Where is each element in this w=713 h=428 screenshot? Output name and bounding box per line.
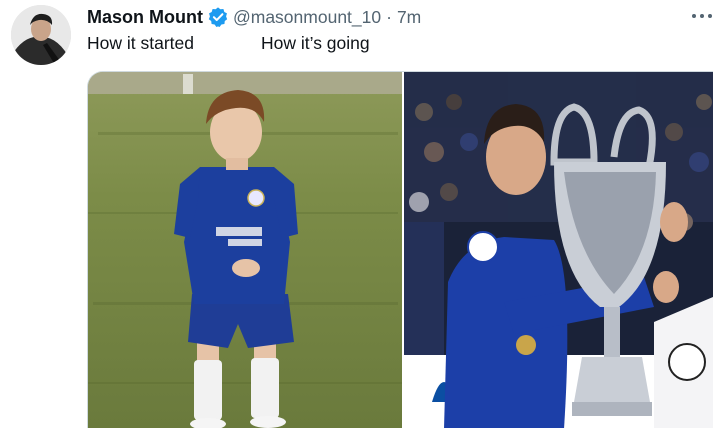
media-photo-right[interactable] xyxy=(404,72,713,428)
verified-badge-icon xyxy=(207,6,229,28)
player-with-trophy-photo xyxy=(404,72,713,428)
tweet-text-how-its-going: How it’s going xyxy=(261,33,370,53)
separator-dot: · xyxy=(386,6,392,27)
tweet-timestamp[interactable]: 7m xyxy=(397,7,421,28)
more-options-button[interactable] xyxy=(692,8,712,24)
more-dot-icon xyxy=(692,14,696,18)
tweet-text-how-it-started: How it started xyxy=(87,33,194,53)
more-dot-icon xyxy=(700,14,704,18)
child-football-player-photo xyxy=(88,72,402,428)
tweet[interactable]: Mason Mount @masonmount_10 · 7m How it s… xyxy=(0,0,713,428)
tweet-media xyxy=(87,71,713,428)
avatar-photo xyxy=(11,5,71,65)
media-photo-left[interactable] xyxy=(88,72,402,428)
avatar[interactable] xyxy=(11,5,71,65)
more-dot-icon xyxy=(708,14,712,18)
tweet-header: Mason Mount @masonmount_10 · 7m xyxy=(87,5,421,29)
display-name[interactable]: Mason Mount xyxy=(87,7,203,28)
author-handle[interactable]: @masonmount_10 xyxy=(233,7,381,28)
